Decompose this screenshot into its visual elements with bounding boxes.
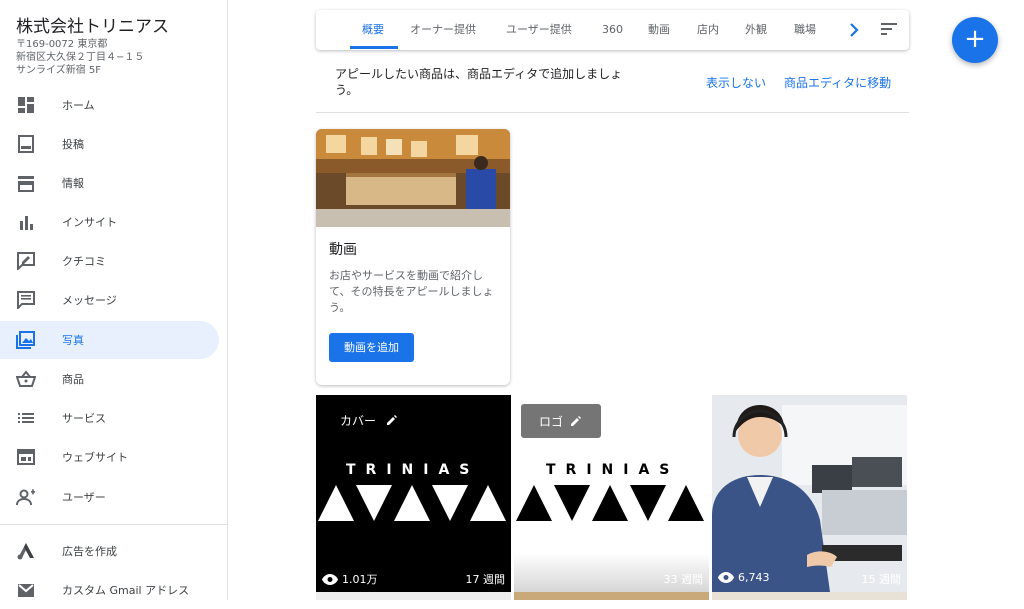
business-name: 株式会社トリニアス (16, 17, 169, 37)
brand-triangles-logo (318, 485, 506, 521)
address-line-3: サンライズ新宿 5F (16, 65, 101, 76)
tab-360[interactable]: 360 (602, 10, 623, 50)
brand-wordmark: TRINIAS (346, 462, 480, 478)
business-address: 〒169-0072 東京都 新宿区大久保２丁目４−１５ サンライズ新宿 5F (16, 38, 144, 77)
sidebar-item-label: インサイト (62, 216, 117, 229)
post-icon (18, 135, 34, 153)
tab-interior[interactable]: 店内 (697, 10, 719, 50)
address-line-1: 〒169-0072 東京都 (16, 39, 108, 50)
tab-video[interactable]: 動画 (648, 10, 670, 50)
photo-age: 15 週間 (861, 573, 902, 586)
sidebar-item-create-ad[interactable]: 広告を作成 (0, 532, 219, 570)
photo-tile-partial[interactable] (514, 592, 709, 600)
sidebar-item-home[interactable]: ホーム (0, 86, 219, 124)
sidebar-item-label: カスタム Gmail アドレス (62, 584, 190, 597)
video-card-title: 動画 (329, 242, 357, 258)
sidebar-item-label: 情報 (62, 177, 84, 190)
photo-tile-partial[interactable] (712, 592, 907, 600)
sidebar-item-info[interactable]: 情報 (0, 164, 219, 202)
go-to-product-editor-link[interactable]: 商品エディタに移動 (784, 74, 891, 91)
tab-owner[interactable]: オーナー提供 (410, 10, 476, 50)
operator-photo-tile[interactable]: 6,743 15 週間 (712, 395, 907, 592)
add-user-icon (16, 489, 35, 506)
sidebar-item-messages[interactable]: メッセージ (0, 281, 219, 319)
tab-workplace[interactable]: 職場 (794, 10, 816, 50)
logo-photo-tile[interactable]: ロゴ TRINIAS 33 週間 (514, 395, 709, 592)
operator-photo (712, 395, 907, 592)
photo-icon (16, 331, 35, 349)
tab-exterior[interactable]: 外観 (745, 10, 767, 50)
eye-icon (718, 572, 734, 583)
basket-icon (16, 370, 36, 387)
website-icon (17, 449, 35, 465)
address-line-2: 新宿区大久保２丁目４−１５ (16, 52, 145, 63)
product-editor-prompt: アピールしたい商品は、商品エディタで追加しましょう。 (335, 67, 623, 97)
photo-tile-partial[interactable] (316, 592, 511, 600)
gmail-icon (18, 584, 34, 597)
ads-icon (17, 543, 34, 560)
store-icon (18, 176, 34, 192)
shop-interior-image (316, 129, 510, 227)
sidebar-divider (0, 524, 227, 525)
sidebar-item-website[interactable]: ウェブサイト (0, 438, 219, 476)
sidebar-item-label: ユーザー (62, 491, 106, 504)
video-card: 動画 お店やサービスを動画で紹介して、その特長をアピールしましょう。 動画を追加 (316, 129, 510, 385)
sidebar-item-label: 商品 (62, 373, 84, 386)
chevron-right-icon[interactable] (845, 20, 863, 40)
sort-icon[interactable] (879, 20, 899, 38)
pencil-icon (386, 415, 397, 425)
sidebar-item-photos[interactable]: 写真 (0, 321, 219, 359)
view-count: 1.01万 (322, 571, 378, 587)
sidebar-item-label: サービス (62, 412, 106, 425)
review-icon (17, 252, 35, 270)
brand-triangles-logo (516, 485, 704, 521)
plus-icon: + (964, 24, 986, 54)
sidebar-item-products[interactable]: 商品 (0, 360, 219, 398)
video-card-description: お店やサービスを動画で紹介して、その特長をアピールしましょう。 (329, 269, 494, 314)
dashboard-icon (18, 97, 34, 113)
photo-age: 17 週間 (465, 573, 506, 586)
logo-label-chip[interactable]: ロゴ (521, 404, 601, 438)
sidebar-item-users[interactable]: ユーザー (0, 478, 219, 516)
sidebar-item-label: 投稿 (62, 138, 84, 151)
sidebar-item-label: クチコミ (62, 255, 106, 268)
add-photo-fab[interactable]: + (952, 17, 998, 63)
sidebar: 株式会社トリニアス 〒169-0072 東京都 新宿区大久保２丁目４−１５ サン… (0, 0, 228, 600)
banner-divider (316, 112, 909, 113)
sidebar-item-label: ホーム (62, 99, 95, 112)
sidebar-item-label: メッセージ (62, 294, 117, 307)
brand-wordmark: TRINIAS (546, 462, 680, 478)
photo-age: 33 週間 (663, 573, 704, 586)
add-video-button[interactable]: 動画を追加 (329, 333, 414, 362)
sidebar-item-services[interactable]: サービス (0, 399, 219, 437)
view-count: 6,743 (718, 571, 770, 584)
cover-photo-tile[interactable]: カバー TRINIAS 1.01万 17 週間 (316, 395, 511, 592)
sidebar-item-label: ウェブサイト (62, 451, 128, 464)
active-tab-indicator (350, 46, 398, 49)
pencil-icon (571, 416, 581, 426)
tab-overview[interactable]: 概要 (362, 10, 384, 50)
message-icon (17, 291, 35, 309)
eye-icon (322, 573, 338, 585)
sidebar-item-reviews[interactable]: クチコミ (0, 242, 219, 280)
dismiss-link[interactable]: 表示しない (706, 74, 766, 91)
sidebar-item-label: 写真 (62, 334, 84, 347)
sidebar-item-posts[interactable]: 投稿 (0, 125, 219, 163)
bar-chart-icon (20, 216, 33, 230)
tab-user[interactable]: ユーザー提供 (506, 10, 572, 50)
sidebar-item-label: 広告を作成 (62, 545, 117, 558)
sidebar-item-gmail[interactable]: カスタム Gmail アドレス (0, 571, 219, 609)
list-icon (18, 413, 34, 423)
sidebar-item-insights[interactable]: インサイト (0, 203, 219, 241)
cover-label[interactable]: カバー (340, 412, 398, 429)
